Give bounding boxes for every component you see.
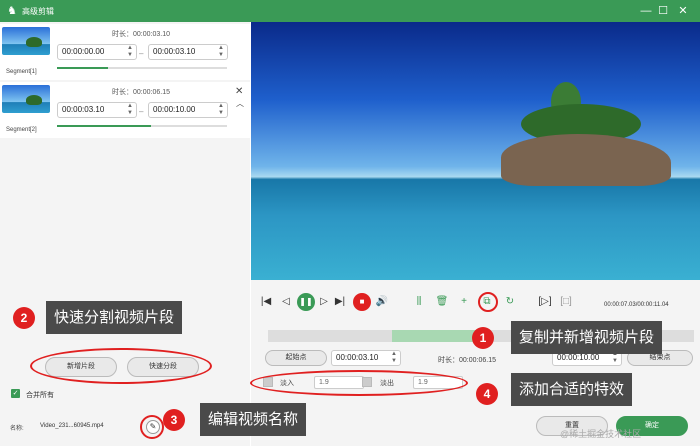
segment-item[interactable]: Segment[2] 时长：00:00:06.15 00:00:03.10 ▲ ▼ …	[0, 82, 250, 138]
highlight-oval	[478, 292, 498, 312]
merge-all-checkbox[interactable]: ✓	[11, 389, 20, 398]
file-name-label: 名称:	[10, 426, 24, 432]
segment-progress	[57, 67, 227, 69]
pause-button[interactable]: ❚❚	[297, 293, 315, 311]
video-preview	[251, 22, 700, 280]
stepper-icon[interactable]: ▲ ▼	[218, 45, 224, 59]
highlight-oval	[140, 415, 164, 439]
playback-time: 00:00:07.03/00:00:11.04	[604, 302, 669, 308]
step-back-icon[interactable]: ◁	[279, 295, 293, 309]
start-time-field[interactable]: 00:00:03.10 ▲ ▼	[331, 350, 401, 366]
stop-button[interactable]: ■	[353, 293, 371, 311]
stepper-icon[interactable]: ▲ ▼	[218, 103, 224, 117]
segment-start-field[interactable]: 00:00:03.10 ▲ ▼	[57, 102, 137, 118]
window-title: 高级剪辑	[22, 7, 54, 16]
volume-icon[interactable]: 🔊	[375, 295, 389, 309]
segment-end-field[interactable]: 00:00:10.00 ▲ ▼	[148, 102, 228, 118]
app-logo-icon: ♞	[7, 5, 17, 17]
highlight-oval	[30, 348, 212, 384]
rotate-icon[interactable]: ↻	[503, 295, 517, 309]
set-start-button[interactable]: 起始点	[265, 350, 327, 366]
trim-duration: 时长：00:00:06.15	[438, 357, 496, 364]
delete-icon[interactable]: 🗑	[435, 295, 449, 309]
segment-thumbnail	[2, 27, 50, 55]
chevron-up-icon[interactable]: ︿	[236, 98, 244, 109]
frame-icon[interactable]: [□]	[559, 295, 573, 309]
callout-label: 编辑视频名称	[200, 403, 307, 436]
segment-end-field[interactable]: 00:00:03.10 ▲ ▼	[148, 44, 228, 60]
segment-duration: 时长：00:00:03.10	[112, 31, 170, 38]
segment-label: Segment[2]	[6, 127, 37, 133]
callout-badge: 2	[13, 307, 35, 329]
watermark: @稀土掘金技术社区	[560, 429, 642, 439]
stepper-icon[interactable]: ▲ ▼	[391, 351, 397, 365]
segment-thumbnail	[2, 85, 50, 113]
add-icon[interactable]: +	[457, 295, 471, 309]
callout-label: 复制并新增视频片段	[511, 321, 663, 354]
highlight-oval	[250, 370, 468, 396]
callout-label: 添加合适的特效	[511, 373, 633, 406]
range-dash: –	[139, 107, 144, 116]
stepper-icon[interactable]: ▲ ▼	[127, 45, 133, 59]
segment-progress	[57, 125, 227, 127]
step-forward-icon[interactable]: ▷	[317, 295, 331, 309]
stepper-icon[interactable]: ▲ ▼	[127, 103, 133, 117]
delete-segment-icon[interactable]: ✕	[235, 86, 243, 97]
segment-item[interactable]: Segment[1] 时长：00:00:03.10 00:00:00.00 ▲ ▼ …	[0, 24, 250, 80]
split-icon[interactable]: ⫼	[412, 295, 426, 309]
segment-duration: 时长：00:00:06.15	[112, 89, 170, 96]
title-bar: ♞ 高级剪辑 — ☐ ✕	[0, 0, 700, 22]
skip-start-icon[interactable]: |◀	[259, 295, 273, 309]
skip-end-icon[interactable]: ▶|	[333, 295, 347, 309]
file-name: Video_231...60945.mp4	[40, 423, 104, 429]
segment-label: Segment[1]	[6, 69, 37, 75]
preview-segment-icon[interactable]: [▷]	[538, 295, 552, 309]
callout-badge: 1	[472, 327, 494, 349]
callout-badge: 3	[163, 409, 185, 431]
callout-badge: 4	[476, 383, 498, 405]
minimize-button[interactable]: —	[638, 3, 654, 19]
merge-all-label: 合并所有	[26, 392, 54, 399]
maximize-button[interactable]: ☐	[655, 3, 671, 19]
segment-start-field[interactable]: 00:00:00.00 ▲ ▼	[57, 44, 137, 60]
close-button[interactable]: ✕	[675, 3, 691, 19]
range-dash: –	[139, 49, 144, 58]
callout-label: 快速分割视频片段	[46, 301, 183, 334]
